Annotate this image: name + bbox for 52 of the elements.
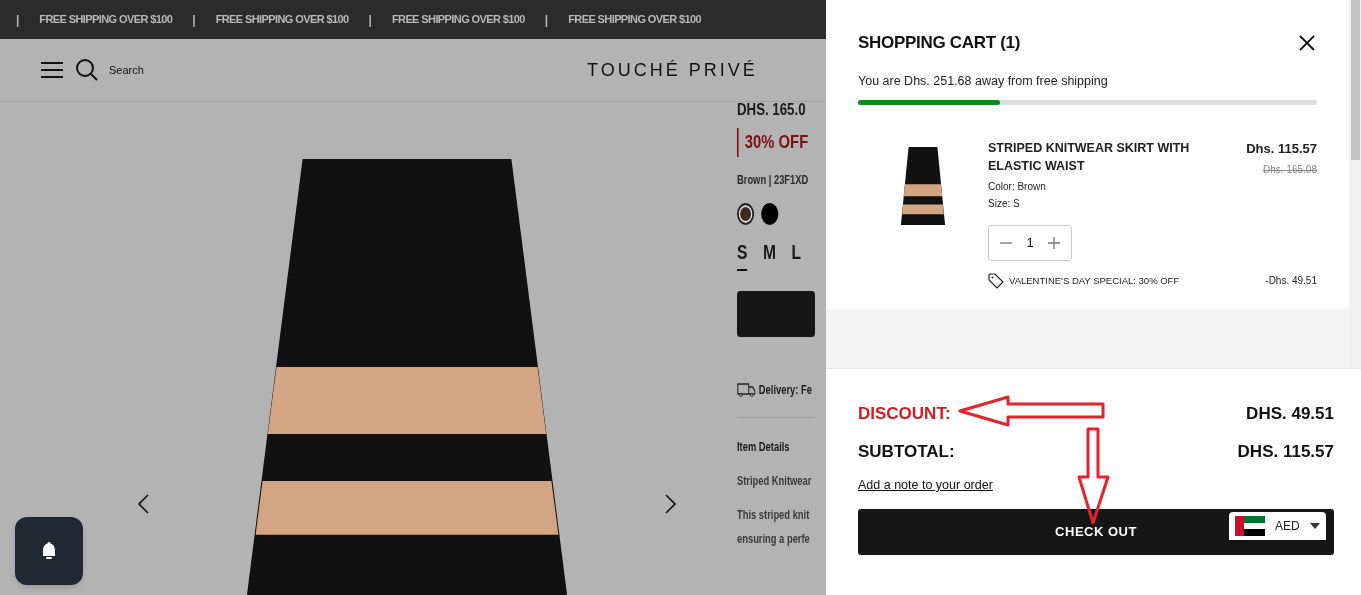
promotion-label: VALENTINE'S DAY SPECIAL: 30% OFF <box>1009 273 1180 288</box>
separator-text: | <box>368 11 372 29</box>
promotion-amount: -Dhs. 49.51 <box>1265 274 1317 289</box>
color-swatch[interactable] <box>761 202 779 225</box>
item-name[interactable]: STRIPED KNITWEAR SKIRT WITH ELASTIC WAIST <box>988 139 1218 177</box>
announcement-text: FREE SHIPPING OVER $100 <box>391 12 525 28</box>
tag-icon <box>988 272 1004 289</box>
cart-title: SHOPPING CART (1) <box>858 32 1021 54</box>
compare-price: Dhs. 165.08 <box>1263 162 1317 177</box>
discount-text: 30% OFF <box>737 128 815 157</box>
scrollbar[interactable] <box>1349 0 1361 368</box>
details-title: Item Details <box>737 438 791 456</box>
size-option[interactable]: L <box>791 236 802 271</box>
separator-text: | <box>544 11 549 29</box>
currency-code: AED <box>1275 518 1300 535</box>
quantity-value[interactable]: 1 <box>1026 233 1034 253</box>
variant-text: Brown | 23F1XD <box>737 171 810 189</box>
flag-icon <box>1235 516 1265 536</box>
item-price: Dhs. 115.57 <box>1246 140 1317 159</box>
subtotal-label: SUBTOTAL: <box>858 440 955 463</box>
shipping-message: You are Dhs. 251.68 away from free shipping <box>858 72 1109 90</box>
order-note-link[interactable]: Add a note to your order <box>858 476 993 495</box>
separator-text: | <box>16 11 20 29</box>
separator-text: | <box>192 11 196 29</box>
close-icon[interactable] <box>1299 34 1315 51</box>
discount-label: DISCOUNT: <box>858 403 951 425</box>
item-color: Color: Brown <box>988 179 1047 194</box>
subtotal-value: DHS. 115.57 <box>1237 440 1334 463</box>
search-label[interactable]: Search <box>109 61 144 79</box>
add-to-cart-button[interactable] <box>737 290 815 337</box>
announcement-text: FREE SHIPPING OVER $100 <box>39 12 173 28</box>
description-line: This striped knit <box>737 506 811 524</box>
plus-icon[interactable] <box>1047 236 1060 249</box>
product-price: DHS. 165.0 <box>737 100 807 120</box>
announcement-text: FREE SHIPPING OVER $100 <box>568 12 702 28</box>
size-option[interactable]: M <box>763 236 776 271</box>
color-swatch[interactable] <box>737 202 755 225</box>
currency-selector[interactable]: AED <box>1229 512 1326 540</box>
item-size: Size: S <box>988 196 1021 211</box>
description-line: ensuring a perfe <box>737 530 811 548</box>
details-subtitle: Striped Knitwear <box>737 472 813 490</box>
announcement-text: FREE SHIPPING OVER $100 <box>215 12 349 28</box>
discount-value: DHS. 49.51 <box>1246 403 1334 425</box>
notification-button[interactable] <box>15 517 83 585</box>
bell-icon <box>40 541 58 561</box>
size-option[interactable]: S <box>737 236 748 271</box>
caret-icon <box>1309 523 1320 529</box>
menu-icon[interactable] <box>41 62 63 78</box>
search-icon[interactable] <box>76 59 98 81</box>
truck-icon <box>737 382 756 397</box>
brand-logo[interactable]: TOUCHÉ PRIVÉ <box>587 56 758 84</box>
delivery-text: Delivery: Fe <box>758 381 812 399</box>
